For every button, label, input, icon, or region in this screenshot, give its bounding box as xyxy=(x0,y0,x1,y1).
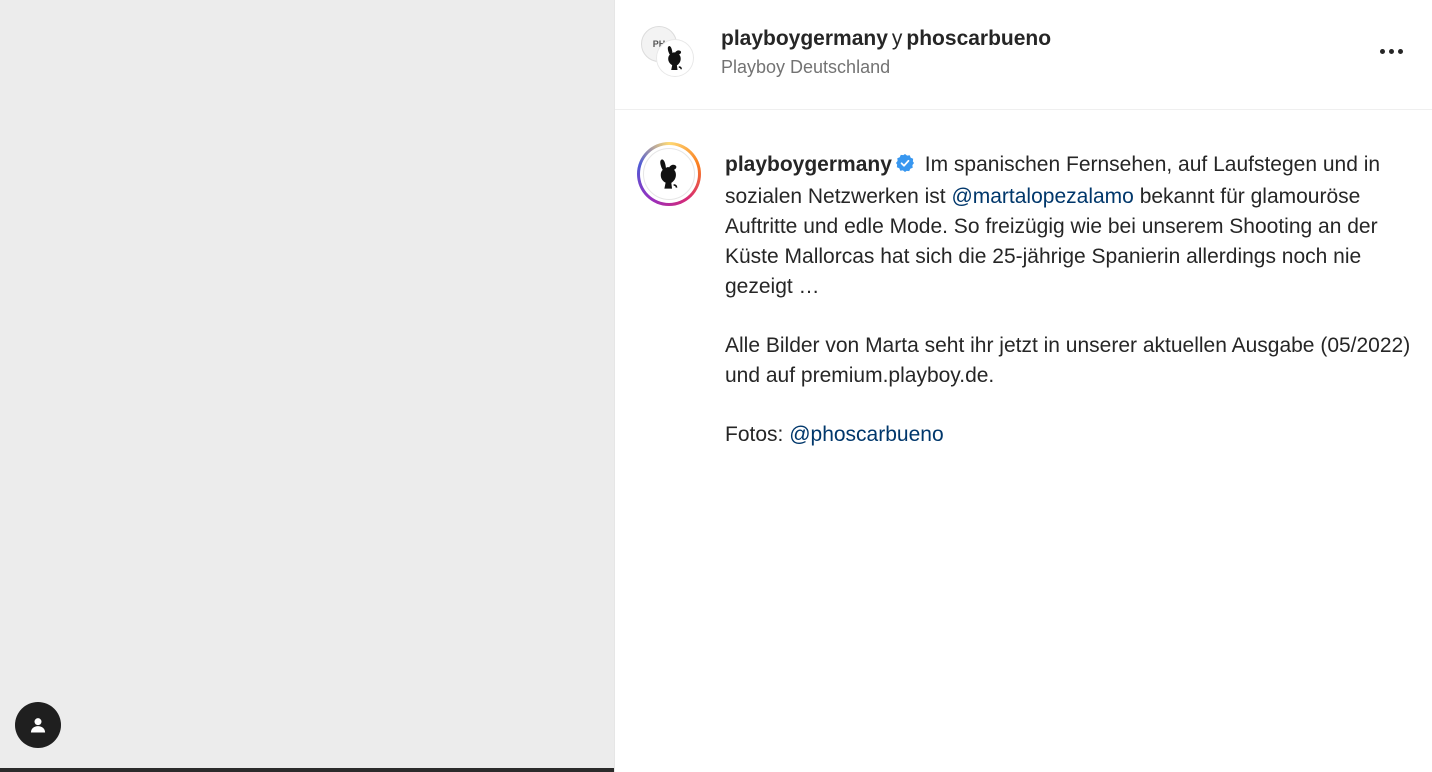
authors-joiner: y xyxy=(891,27,903,50)
playboy-bunny-logo-icon xyxy=(660,159,678,189)
collab-avatars[interactable]: PH xyxy=(641,26,693,76)
more-horizontal-icon xyxy=(1388,48,1394,54)
post-side-panel: PH playboygermany y phoscarbueno Playboy D… xyxy=(615,0,1432,772)
verified-badge-icon xyxy=(895,152,915,182)
author-link-secondary[interactable]: phoscarbueno xyxy=(906,27,1051,50)
media-bottom-bar xyxy=(0,768,614,772)
avatar xyxy=(643,148,695,200)
user-tag-icon xyxy=(30,718,46,733)
post-header: PH playboygermany y phoscarbueno Playboy D… xyxy=(615,0,1432,110)
author-link-primary[interactable]: playboygermany xyxy=(721,27,888,50)
playboy-bunny-logo-icon xyxy=(667,46,682,70)
caption-paragraph-2: Alle Bilder von Marta seht ihr jetzt in … xyxy=(725,334,1411,387)
tagged-users-button[interactable] xyxy=(15,702,61,748)
caption-paragraph-1: playboygermany Im spanischen Fernsehen, … xyxy=(725,150,1415,302)
mention-link-model[interactable]: @martalopezalamo xyxy=(951,185,1133,208)
avatar-ring-gap xyxy=(640,145,698,203)
caption-credits: Fotos: @phoscarbueno xyxy=(725,420,1415,450)
caption-author-link[interactable]: playboygermany xyxy=(725,153,892,176)
instagram-post: PH playboygermany y phoscarbueno Playboy D… xyxy=(0,0,1432,772)
post-caption: playboygermany Im spanischen Fernsehen, … xyxy=(725,150,1415,450)
post-location[interactable]: Playboy Deutschland xyxy=(721,57,890,78)
post-authors: playboygermany y phoscarbueno xyxy=(721,26,1051,52)
collab-avatar-primary xyxy=(657,40,693,76)
mention-link-photographer[interactable]: @phoscarbueno xyxy=(789,423,943,446)
more-horizontal-icon xyxy=(1397,48,1403,54)
more-options-button[interactable] xyxy=(1374,38,1408,64)
credit-label: Fotos: xyxy=(725,423,784,446)
caption-avatar[interactable] xyxy=(637,142,701,206)
more-horizontal-icon xyxy=(1379,48,1385,54)
post-media[interactable] xyxy=(0,0,615,772)
